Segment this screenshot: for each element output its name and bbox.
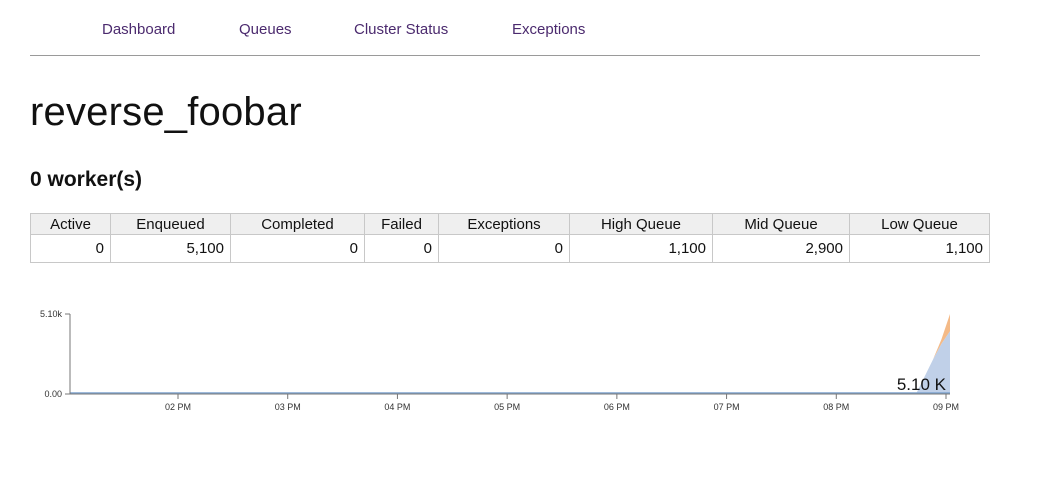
nav-dashboard-link[interactable]: Dashboard bbox=[102, 21, 175, 38]
header-enqueued: Enqueued bbox=[110, 213, 231, 235]
y-tick-label: 0.00 bbox=[44, 389, 62, 399]
nav-queues-link[interactable]: Queues bbox=[239, 21, 292, 38]
x-tick-label: 08 PM bbox=[823, 402, 849, 412]
workers-count: 0 worker(s) bbox=[30, 168, 143, 191]
table-row: 0 5,100 0 0 0 1,100 2,900 1,100 bbox=[30, 234, 990, 263]
x-tick-label: 05 PM bbox=[494, 402, 520, 412]
cell-active: 0 bbox=[30, 234, 111, 263]
cell-completed: 0 bbox=[230, 234, 365, 263]
chart-areas bbox=[70, 314, 950, 394]
chart-x-ticks: 02 PM 03 PM 04 PM 05 PM 06 PM 07 PM 08 PM 09 PM bbox=[165, 394, 959, 412]
cell-high-queue: 1,100 bbox=[569, 234, 713, 263]
x-tick-label: 04 PM bbox=[384, 402, 410, 412]
x-tick-label: 06 PM bbox=[604, 402, 630, 412]
page-title: reverse_foobar bbox=[30, 90, 302, 134]
y-tick-label: 5.10k bbox=[40, 309, 63, 319]
page-root: Dashboard Queues Cluster Status Exceptio… bbox=[0, 0, 1037, 487]
cell-exceptions: 0 bbox=[438, 234, 570, 263]
header-failed: Failed bbox=[364, 213, 439, 235]
chart-y-ticks: 5.10k 0.00 bbox=[40, 309, 70, 399]
header-mid-queue: Mid Queue bbox=[712, 213, 850, 235]
cell-enqueued: 5,100 bbox=[110, 234, 231, 263]
queue-history-chart: 5.10k 0.00 02 PM 03 PM 04 PM 05 PM 06 PM 07 PM… bbox=[40, 309, 959, 412]
header-high-queue: High Queue bbox=[569, 213, 713, 235]
x-tick-label: 03 PM bbox=[275, 402, 301, 412]
header-active: Active bbox=[30, 213, 111, 235]
cell-mid-queue: 2,900 bbox=[712, 234, 850, 263]
x-tick-label: 09 PM bbox=[933, 402, 959, 412]
nav-exceptions-link[interactable]: Exceptions bbox=[512, 21, 585, 38]
cell-low-queue: 1,100 bbox=[849, 234, 990, 263]
queue-stats-table: Active Enqueued Completed Failed Excepti… bbox=[30, 213, 990, 263]
header-exceptions: Exceptions bbox=[438, 213, 570, 235]
series-low-area bbox=[70, 331, 950, 394]
x-tick-label: 02 PM bbox=[165, 402, 191, 412]
top-nav: Dashboard Queues Cluster Status Exceptio… bbox=[30, 0, 980, 56]
chart-annotation: 5.10 K bbox=[897, 375, 947, 394]
nav-cluster-status-link[interactable]: Cluster Status bbox=[354, 21, 448, 38]
x-tick-label: 07 PM bbox=[714, 402, 740, 412]
series-high-area bbox=[70, 314, 950, 394]
header-completed: Completed bbox=[230, 213, 365, 235]
header-low-queue: Low Queue bbox=[849, 213, 990, 235]
table-header-row: Active Enqueued Completed Failed Excepti… bbox=[30, 213, 990, 235]
cell-failed: 0 bbox=[364, 234, 439, 263]
